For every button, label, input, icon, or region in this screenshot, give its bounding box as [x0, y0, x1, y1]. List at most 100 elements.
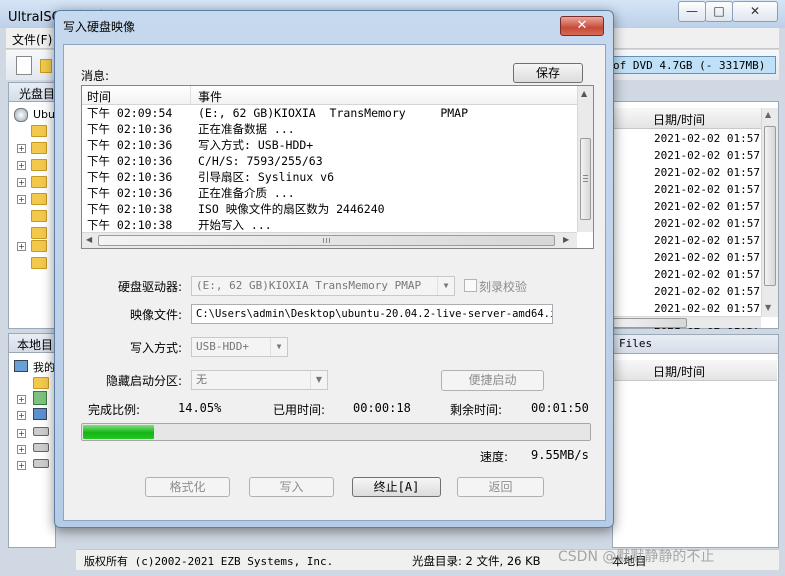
log-header: 时间 事件 [82, 86, 577, 105]
progress-fill [83, 425, 154, 439]
image-file-field[interactable]: C:\Users\admin\Desktop\ubuntu-20.04.2-li… [191, 304, 553, 324]
scroll-up-icon[interactable]: ▲ [581, 89, 587, 98]
write-method-select[interactable]: USB-HDD+ ▼ [191, 337, 288, 357]
scroll-left-icon[interactable]: ◀ [86, 235, 92, 244]
log-row[interactable]: 下午 02:10:38 ISO 映像文件的扇区数为 2446240 [82, 201, 577, 217]
menu-file[interactable]: 文件(F) [12, 31, 52, 48]
status-disc-info: 光盘目录: 2 文件, 26 KB [412, 554, 541, 568]
dialog-close-button[interactable]: ✕ [560, 16, 604, 36]
format-button[interactable]: 格式化 [145, 477, 230, 497]
log-row[interactable]: 下午 02:10:36 引导扇区: Syslinux v6 [82, 169, 577, 185]
expand-icon[interactable]: + [17, 429, 26, 438]
folder-icon [31, 240, 47, 252]
log-row[interactable]: 下午 02:10:36 正在准备数据 ... [82, 121, 577, 137]
date-cell: 2021-02-02 01:57 [654, 200, 760, 213]
log-time: 下午 02:10:36 [87, 122, 173, 136]
local-directory-label: 本地目 [17, 338, 54, 352]
drive-select[interactable]: (E:, 62 GB)KIOXIA TransMemory PMAP ▼ [191, 276, 455, 296]
disc-file-list[interactable]: 日期/时间 2021-02-02 01:57 2021-02-02 01:57 20… [612, 101, 779, 332]
folder-icon [31, 125, 47, 137]
log-event: (E:, 62 GB)KIOXIA TransMemory PMAP [198, 106, 469, 120]
dialog-title: 写入硬盘映像 [63, 20, 136, 34]
disc-tree[interactable]: Ubu + + + + + [8, 101, 56, 329]
expand-icon[interactable]: + [17, 161, 26, 170]
local-file-list[interactable]: 日期/时间 [612, 353, 779, 548]
log-row[interactable]: 下午 02:10:36 正在准备介质 ... [82, 185, 577, 201]
open-folder-icon[interactable] [40, 59, 52, 73]
expand-icon[interactable]: + [17, 242, 26, 251]
log-row[interactable]: 下午 02:10:38 开始写入 ... [82, 217, 577, 233]
minimize-button[interactable]: — [678, 1, 706, 22]
folder-icon [31, 193, 47, 205]
elapsed-label: 已用时间: [273, 403, 326, 417]
log-time: 下午 02:09:54 [87, 106, 173, 120]
completion-value: 14.05% [178, 401, 222, 415]
log-event-header[interactable]: 事件 [198, 88, 222, 105]
write-progress-bar [81, 423, 591, 441]
date-cell: 2021-02-02 01:57 [654, 183, 760, 196]
document-icon [33, 391, 47, 405]
log-time-header[interactable]: 时间 [87, 88, 111, 105]
chevron-down-icon: ▼ [270, 338, 287, 356]
write-disk-image-dialog: 写入硬盘映像 ✕ 消息: 保存 时间 事件 下午 02:09:54 (E:, 62… [54, 10, 614, 528]
local-files-header: Files [612, 334, 779, 354]
log-hscroll-thumb[interactable] [98, 235, 555, 246]
scroll-right-icon[interactable]: ▶ [563, 235, 569, 244]
disc-directory-header: 光盘目 [8, 82, 56, 102]
log-scroll-thumb[interactable] [580, 138, 591, 220]
expand-icon[interactable]: + [17, 144, 26, 153]
local-tree[interactable]: 我的 + + + + + [8, 352, 56, 548]
verify-label: 刻录校验 [479, 280, 528, 294]
drive-icon [33, 427, 49, 436]
chevron-down-icon: ▼ [310, 371, 327, 389]
scroll-thumb[interactable] [764, 126, 776, 286]
verify-checkbox[interactable] [464, 279, 477, 292]
log-vertical-scrollbar[interactable]: ▲ [577, 86, 593, 232]
maximize-button[interactable]: □ [705, 1, 733, 22]
date-cell: 2021-02-02 01:57 [654, 285, 760, 298]
write-method-value: USB-HDD+ [196, 340, 249, 353]
save-button[interactable]: 保存 [513, 63, 583, 83]
log-row[interactable]: 下午 02:10:36 C/H/S: 7593/255/63 [82, 153, 577, 169]
log-row[interactable]: 下午 02:10:36 写入方式: USB-HDD+ [82, 137, 577, 153]
write-button[interactable]: 写入 [249, 477, 334, 497]
expand-icon[interactable]: + [17, 445, 26, 454]
messages-label: 消息: [81, 69, 110, 83]
expand-icon[interactable]: + [17, 195, 26, 204]
local-root-label: 我的 [33, 361, 55, 374]
drive-select-value: (E:, 62 GB)KIOXIA TransMemory PMAP [196, 279, 422, 292]
expand-icon[interactable]: + [17, 461, 26, 470]
expand-icon[interactable]: + [17, 178, 26, 187]
log-rows: 下午 02:09:54 (E:, 62 GB)KIOXIA TransMemory… [82, 105, 577, 233]
local-date-column-header[interactable]: 日期/时间 [613, 360, 777, 381]
write-method-label: 写入方式: [130, 341, 183, 355]
quick-boot-button[interactable]: 便捷启动 [441, 370, 544, 391]
log-time: 下午 02:10:36 [87, 186, 173, 200]
speed-label: 速度: [480, 450, 509, 464]
stop-button[interactable]: 终止[A] [352, 477, 441, 497]
drive-icon [33, 443, 49, 452]
log-event: 正在准备介质 ... [198, 186, 295, 200]
log-time: 下午 02:10:36 [87, 154, 173, 168]
computer-icon [14, 360, 28, 372]
log-row[interactable]: 下午 02:09:54 (E:, 62 GB)KIOXIA TransMemory… [82, 105, 577, 121]
log-time: 下午 02:10:36 [87, 170, 173, 184]
hidden-partition-select[interactable]: 无 ▼ [191, 370, 328, 390]
log-horizontal-scrollbar[interactable]: ◀ ▶ [82, 232, 577, 248]
date-column-header[interactable]: 日期/时间 [613, 108, 761, 129]
log-time: 下午 02:10:36 [87, 138, 173, 152]
message-log[interactable]: 时间 事件 下午 02:09:54 (E:, 62 GB)KIOXIA Trans… [81, 85, 594, 249]
log-event: 正在准备数据 ... [198, 122, 295, 136]
disc-list-hscroll[interactable] [613, 316, 761, 328]
main-close-button[interactable]: ✕ [732, 1, 778, 22]
chevron-down-icon: ▼ [437, 277, 454, 295]
folder-icon [33, 377, 49, 389]
expand-icon[interactable]: + [17, 411, 26, 420]
date-cell: 2021-02-02 01:57 [654, 166, 760, 179]
tree-root-label: Ubu [33, 108, 56, 121]
back-button[interactable]: 返回 [457, 477, 544, 497]
new-file-icon[interactable] [16, 56, 32, 75]
expand-icon[interactable]: + [17, 395, 26, 404]
disc-list-scrollbar[interactable]: ▲ ▼ [761, 108, 778, 317]
folder-icon [31, 227, 47, 239]
